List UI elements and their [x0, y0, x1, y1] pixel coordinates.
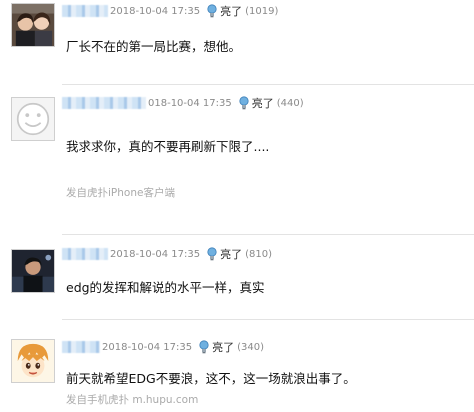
light-count: (440): [276, 97, 304, 109]
lightbulb-icon[interactable]: [238, 96, 250, 110]
comment-text: 厂长不在的第一局比赛，想他。: [66, 39, 242, 54]
username-redacted[interactable]: [62, 97, 146, 109]
username-redacted[interactable]: [62, 248, 108, 260]
user-photo-icon: [12, 250, 54, 292]
username-redacted[interactable]: [62, 341, 100, 353]
comment-meta: 2018-10-04 17:35 亮了 (1019): [62, 3, 278, 19]
post-source: 发自虎扑iPhone客户端: [66, 187, 175, 199]
lightbulb-icon[interactable]: [206, 247, 218, 261]
comment-timestamp: 2018-10-04 17:35: [110, 5, 201, 17]
light-count: (810): [245, 248, 273, 260]
avatar[interactable]: [11, 339, 55, 383]
avatar[interactable]: [11, 249, 55, 293]
comment-timestamp: 2018-10-04 17:35: [102, 341, 193, 353]
comment-text: edg的发挥和解说的水平一样，真实: [66, 280, 265, 295]
post-source: 发自手机虎扑 m.hupu.com: [66, 394, 199, 406]
avatar[interactable]: [11, 97, 55, 141]
comment-post: 2018-10-04 17:35 亮了 (810) edg的发挥和解说的水平一样…: [0, 235, 474, 320]
lightbulb-icon[interactable]: [206, 4, 218, 18]
light-button[interactable]: 亮了: [252, 95, 274, 111]
avatar[interactable]: [11, 3, 55, 47]
smiley-face-icon: [12, 98, 54, 140]
light-count: (1019): [245, 5, 279, 17]
comment-meta: 018-10-04 17:35 亮了 (440): [62, 95, 304, 111]
comment-post: 2018-10-04 17:35 亮了 (1019) 厂长不在的第一局比赛，想他…: [0, 0, 474, 85]
username-redacted[interactable]: [62, 5, 108, 17]
comment-timestamp: 2018-10-04 17:35: [110, 248, 201, 260]
comment-text: 前天就希望EDG不要浪，这不，这一场就浪出事了。: [66, 371, 356, 386]
lightbulb-icon[interactable]: [198, 340, 210, 354]
comment-post: 018-10-04 17:35 亮了 (440) 我求求你，真的不要再刷新下限了…: [0, 85, 474, 235]
light-count: (340): [237, 341, 265, 353]
light-button[interactable]: 亮了: [220, 246, 242, 262]
light-button[interactable]: 亮了: [212, 339, 234, 355]
anime-avatar-icon: [12, 340, 54, 382]
comment-meta: 2018-10-04 17:35 亮了 (810): [62, 246, 272, 262]
comment-meta: 2018-10-04 17:35 亮了 (340): [62, 339, 264, 355]
comment-post: 2018-10-04 17:35 亮了 (340) 前天就希望EDG不要浪，这不…: [0, 320, 474, 412]
comment-text: 我求求你，真的不要再刷新下限了....: [66, 139, 270, 154]
light-button[interactable]: 亮了: [220, 3, 242, 19]
user-photo-icon: [12, 4, 54, 46]
comment-timestamp: 018-10-04 17:35: [148, 97, 232, 109]
